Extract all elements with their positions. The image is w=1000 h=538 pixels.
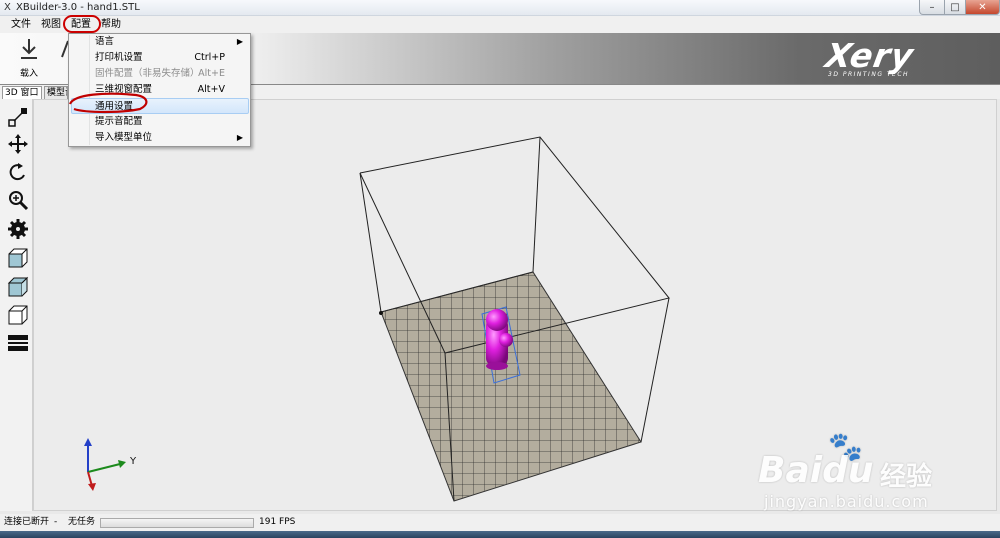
menu-item-shortcut: Ctrl+P	[194, 52, 225, 63]
menu-item-label: 打印机设置	[95, 52, 143, 63]
rotate-icon[interactable]	[6, 160, 30, 184]
menu-item-label: 固件配置（非易失存储）	[95, 68, 200, 79]
fps-counter: 191 FPS	[259, 517, 296, 527]
menu-file[interactable]: 文件	[6, 16, 36, 33]
annotation-circle	[68, 92, 148, 114]
annotation-circle	[63, 15, 101, 33]
menu-item-firmware-config: 固件配置（非易失存储） Alt+E	[71, 66, 249, 82]
baidu-watermark: 🐾 Baidu 经验 jingyan.baidu.com	[758, 430, 994, 520]
watermark-cn: 经验	[880, 462, 933, 492]
menu-item-label: 提示音配置	[95, 116, 143, 127]
menu-bar: 文件 视图 配置 帮助	[0, 15, 1000, 33]
move-icon[interactable]	[6, 132, 30, 156]
submenu-arrow-icon: ▶	[236, 133, 243, 142]
watermark-brand-bai: Bai	[758, 450, 823, 491]
resize-icon[interactable]	[6, 105, 30, 129]
cube-view-top-icon[interactable]	[6, 275, 30, 299]
menu-item-sound-config[interactable]: 提示音配置	[71, 114, 249, 130]
task-status: 无任务	[68, 517, 96, 527]
tab-model-settings[interactable]: 模型设	[44, 86, 68, 99]
window-title: XBuilder-3.0 - hand1.STL	[16, 2, 140, 13]
menu-item-label: 语言	[95, 36, 115, 47]
menu-config[interactable]: 配置	[63, 15, 101, 33]
menu-item-language[interactable]: 语言 ▶	[71, 34, 249, 50]
watermark-url: jingyan.baidu.com	[764, 492, 929, 511]
status-separator: -	[54, 517, 58, 527]
progress-bar	[100, 518, 254, 528]
left-toolbar	[0, 99, 33, 511]
watermark-brand-du: du	[822, 450, 874, 491]
zoom-icon[interactable]	[6, 188, 30, 212]
minimize-button[interactable]: –	[919, 0, 945, 15]
download-arrow-icon	[8, 37, 50, 68]
logo-word: Xery	[822, 36, 918, 75]
app-icon: X	[4, 2, 11, 13]
load-label: 载入	[19, 69, 38, 79]
close-button[interactable]: ✕	[965, 0, 1000, 15]
cube-view-side-icon[interactable]	[6, 303, 30, 327]
cube-view-front-icon[interactable]	[6, 246, 30, 270]
layers-icon[interactable]	[6, 331, 30, 355]
load-button[interactable]: 载入	[8, 37, 50, 83]
menu-item-import-units[interactable]: 导入模型单位 ▶	[71, 130, 249, 146]
menu-item-shortcut: Alt+V	[197, 84, 225, 95]
menu-view[interactable]: 视图	[36, 16, 66, 33]
title-bar: X XBuilder-3.0 - hand1.STL – □ ✕	[0, 0, 1000, 16]
os-taskbar	[0, 531, 1000, 538]
connection-status: 连接已断开	[4, 517, 50, 527]
maximize-button[interactable]: □	[944, 0, 966, 15]
submenu-arrow-icon: ▶	[236, 37, 243, 46]
axis-y-label: Y	[129, 456, 137, 467]
menu-item-printer-settings[interactable]: 打印机设置 Ctrl+P	[71, 50, 249, 66]
xery-logo: Xery 3D PRINTING TECH	[822, 36, 966, 81]
menu-item-shortcut: Alt+E	[198, 68, 225, 79]
build-plate	[380, 271, 642, 502]
axis-indicator: Y	[84, 438, 137, 491]
gear-icon[interactable]	[6, 217, 30, 241]
tab-3d-window[interactable]: 3D 窗口	[2, 86, 42, 99]
menu-item-label: 导入模型单位	[95, 132, 153, 143]
watermark-brand: Baidu	[758, 450, 873, 491]
